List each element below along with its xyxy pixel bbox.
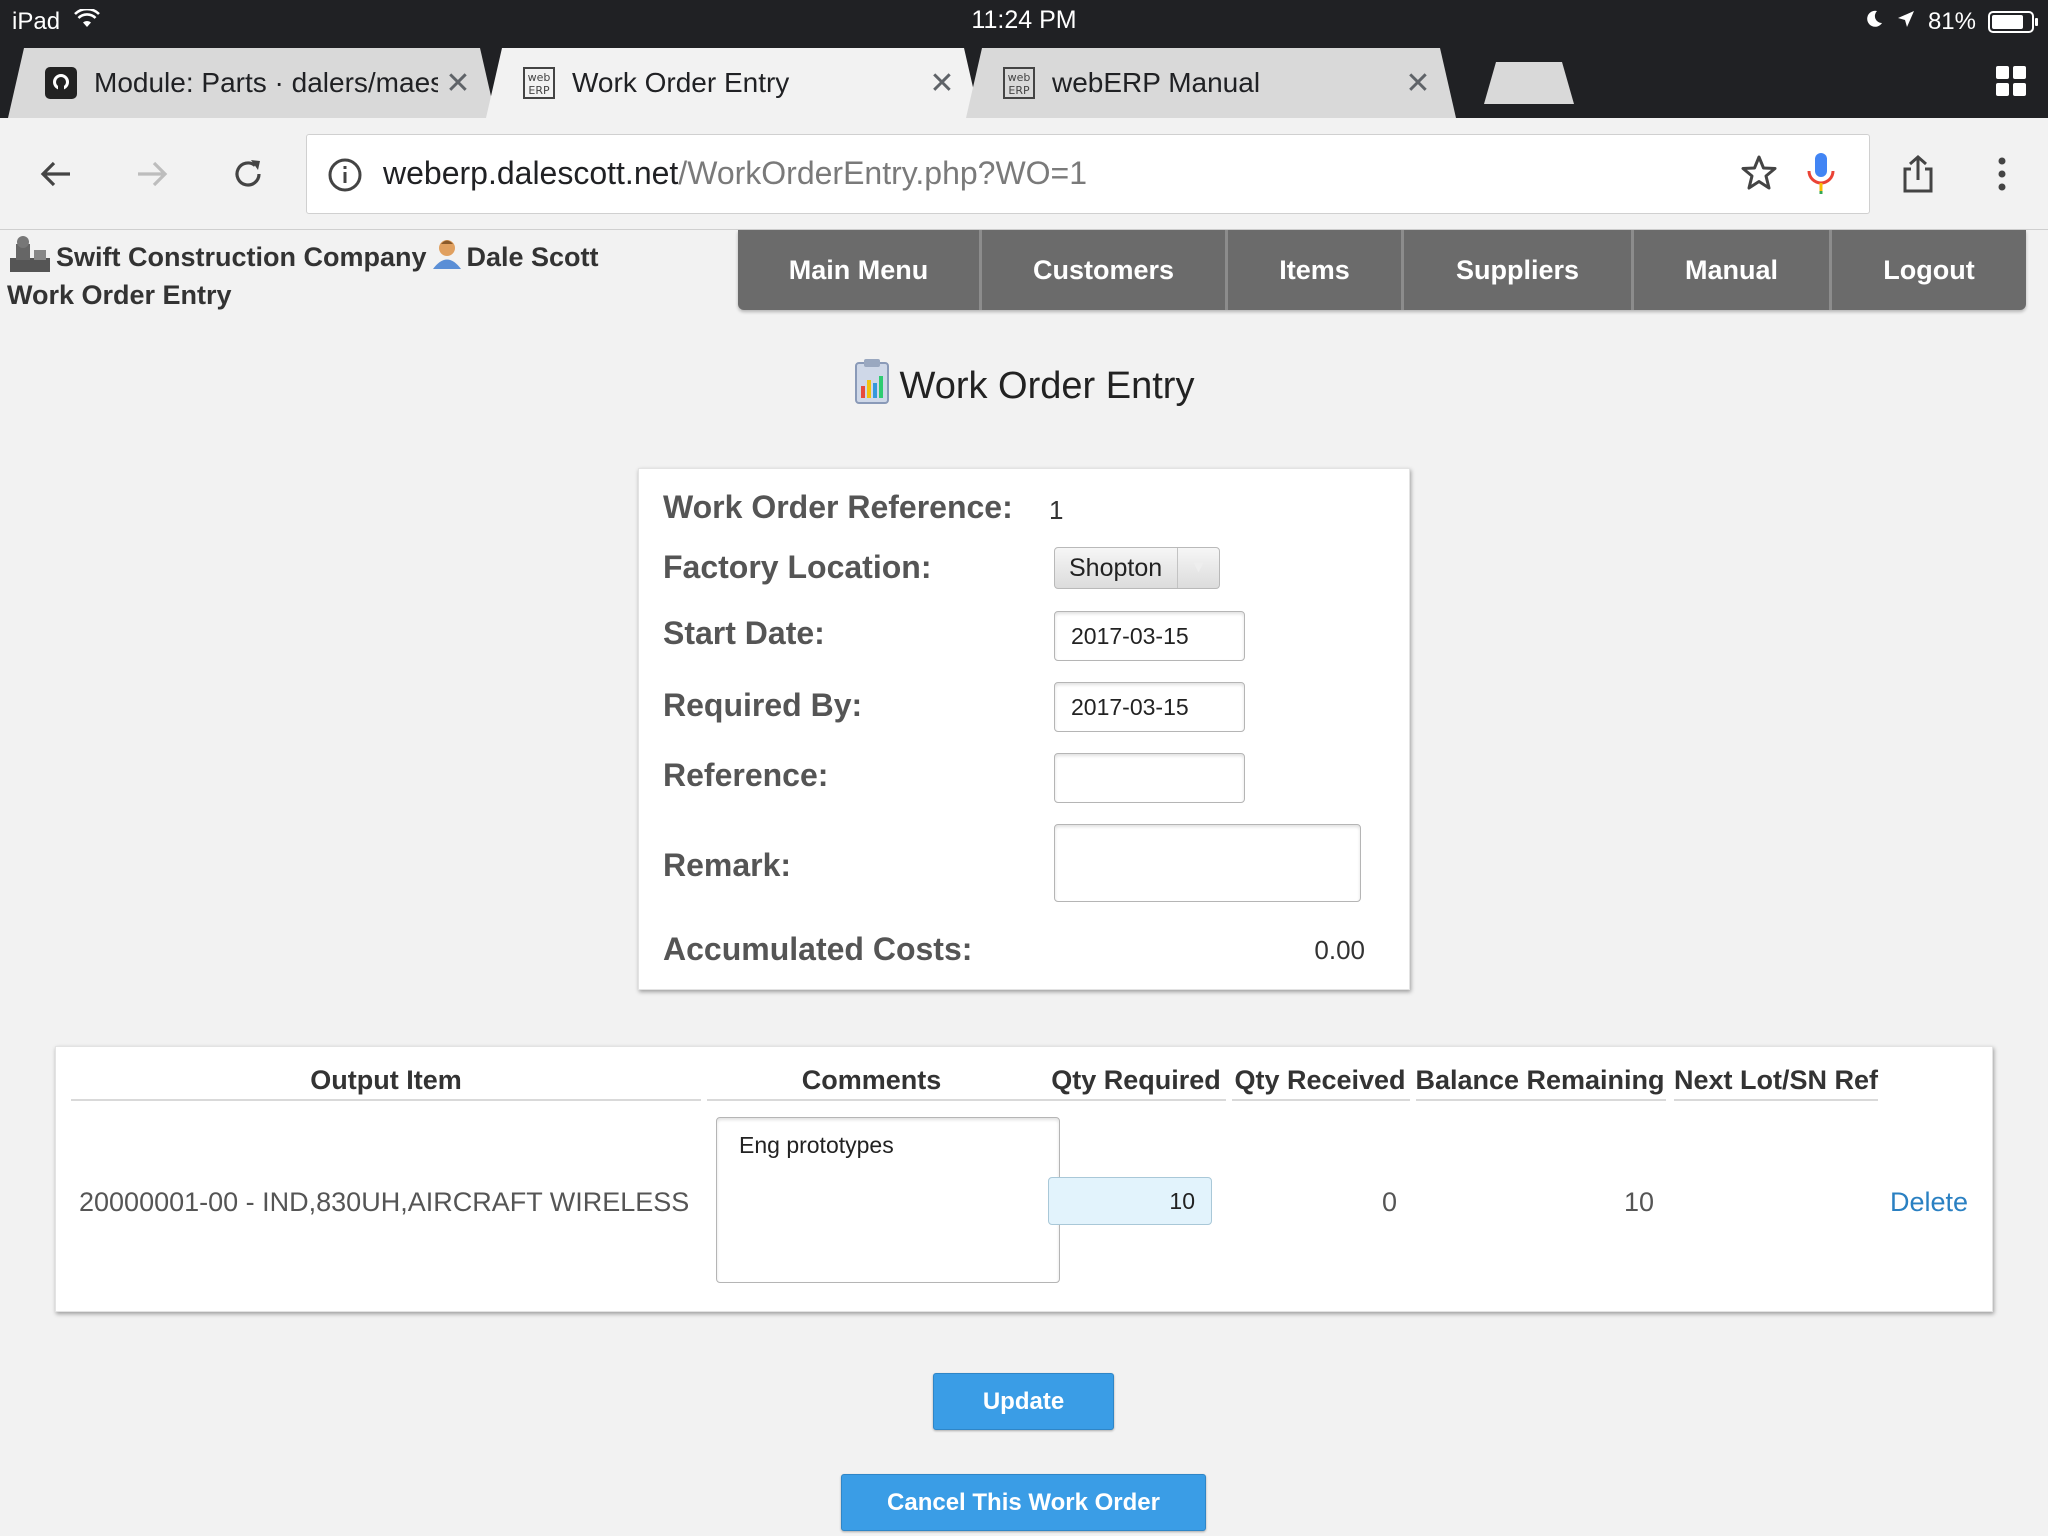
comments-textarea[interactable]: Eng prototypes: [716, 1117, 1060, 1283]
weberp-icon: web ERP: [522, 66, 556, 100]
tab-work-order-entry[interactable]: web ERP Work Order Entry ✕: [486, 48, 980, 118]
nav-suppliers[interactable]: Suppliers: [1404, 230, 1634, 310]
output-item-cell: 20000001-00 - IND,830UH,AIRCRAFT WIRELES…: [79, 1187, 690, 1217]
page-title: Work Order Entry: [0, 358, 2048, 414]
tab-title: webERP Manual: [1052, 67, 1261, 98]
header-underline: [1036, 1099, 1226, 1101]
factory-location-value: Shopton: [1069, 553, 1163, 582]
battery-fill: [1992, 15, 2023, 29]
tab-title: Work Order Entry: [572, 67, 790, 98]
share-button[interactable]: [1890, 146, 1946, 202]
page-title-text: Work Order Entry: [899, 364, 1195, 407]
company-icon: [8, 234, 52, 281]
required-by-input[interactable]: 2017-03-15: [1054, 682, 1245, 732]
accumulated-costs-label: Accumulated Costs:: [663, 931, 973, 967]
nav-customers[interactable]: Customers: [982, 230, 1228, 310]
main-nav: Main Menu Customers Items Suppliers Manu…: [738, 230, 2026, 310]
col-qty-required: Qty Required: [1051, 1065, 1221, 1095]
required-by-label: Required By:: [663, 687, 863, 723]
moon-icon: [1864, 8, 1884, 36]
nav-items[interactable]: Items: [1228, 230, 1404, 310]
weberp-icon: web ERP: [1002, 66, 1036, 100]
qty-required-input[interactable]: 10: [1048, 1177, 1212, 1225]
svg-text:web: web: [1008, 71, 1031, 84]
header-page-name: Work Order Entry: [7, 280, 232, 310]
header-underline: [1416, 1099, 1666, 1101]
close-tab-icon[interactable]: ✕: [438, 66, 478, 101]
start-date-input[interactable]: 2017-03-15: [1054, 611, 1245, 661]
tab-title: Module: Parts · dalers/maes: [94, 67, 438, 98]
nav-main-menu[interactable]: Main Menu: [738, 230, 982, 310]
work-order-form: Work Order Reference: 1 Factory Location…: [638, 468, 1410, 990]
header-underline: [707, 1099, 1036, 1101]
address-bar[interactable]: weberp.dalescott.net/WorkOrderEntry.php?…: [306, 134, 1870, 214]
col-next-lot-sn-ref: Next Lot/SN Ref: [1673, 1065, 1879, 1095]
location-label: Factory Location:: [663, 549, 932, 585]
remark-label: Remark:: [663, 847, 792, 883]
col-balance-remaining: Balance Remaining: [1415, 1065, 1665, 1095]
status-bar: iPad 11:24 PM 81%: [0, 0, 2048, 44]
col-qty-received: Qty Received: [1234, 1065, 1406, 1095]
battery-percent: 81%: [1927, 8, 1976, 35]
location-arrow-icon: [1896, 8, 1916, 36]
back-button[interactable]: [28, 146, 84, 202]
accumulated-costs-value: 0.00: [1314, 935, 1365, 965]
nav-logout[interactable]: Logout: [1832, 230, 2026, 310]
svg-text:web: web: [528, 71, 551, 84]
col-output-item: Output Item: [310, 1065, 462, 1095]
col-comments: Comments: [801, 1065, 942, 1095]
info-icon[interactable]: [327, 157, 363, 198]
svg-text:ERP: ERP: [1008, 84, 1030, 97]
reference-input[interactable]: [1054, 753, 1245, 803]
header-underline: [71, 1099, 701, 1101]
new-tab-button[interactable]: [1484, 62, 1574, 104]
tab-strip: Module: Parts · dalers/maes ✕ web ERP Wor…: [0, 44, 2048, 118]
user-name[interactable]: Dale Scott: [467, 242, 599, 273]
delete-link[interactable]: Delete: [1890, 1187, 1968, 1218]
start-date-label: Start Date:: [663, 615, 825, 651]
tab-switcher-icon[interactable]: [1996, 66, 2026, 96]
balance-remaining-cell: 10: [1624, 1187, 1655, 1217]
close-tab-icon[interactable]: ✕: [1398, 66, 1438, 101]
url-text: weberp.dalescott.net/WorkOrderEntry.php?…: [383, 155, 1087, 192]
tab-github[interactable]: Module: Parts · dalers/maes ✕: [8, 48, 496, 118]
clock: 11:24 PM: [971, 6, 1077, 34]
wo-ref-label: Work Order Reference:: [663, 489, 1013, 525]
github-icon: [44, 66, 78, 100]
user-icon: [431, 238, 463, 277]
url-domain: weberp.dalescott.net: [383, 155, 679, 191]
clipboard-icon: [854, 358, 890, 414]
more-menu-icon[interactable]: [1974, 146, 2030, 202]
header-underline: [1232, 1099, 1410, 1101]
chevron-down-icon: ▼: [1177, 548, 1219, 588]
update-button[interactable]: Update: [933, 1373, 1114, 1430]
close-tab-icon[interactable]: ✕: [922, 66, 962, 101]
cancel-work-order-button[interactable]: Cancel This Work Order: [841, 1474, 1206, 1531]
wo-ref-value: 1: [1049, 495, 1064, 525]
forward-button[interactable]: [124, 146, 180, 202]
bookmark-star-icon[interactable]: [1739, 153, 1779, 198]
reference-label: Reference:: [663, 757, 829, 793]
browser-toolbar: weberp.dalescott.net/WorkOrderEntry.php?…: [0, 118, 2048, 230]
header-company: Swift Construction Company Dale Scott: [8, 234, 599, 281]
header-underline: [1674, 1099, 1878, 1101]
remark-input[interactable]: [1054, 824, 1361, 902]
url-path: /WorkOrderEntry.php?WO=1: [678, 155, 1088, 191]
output-items-table: Output Item Comments Qty Required Qty Re…: [55, 1046, 1993, 1312]
factory-location-select[interactable]: Shopton ▼: [1054, 547, 1220, 589]
microphone-icon[interactable]: [1803, 151, 1839, 200]
reload-button[interactable]: [220, 146, 276, 202]
tab-weberp-manual[interactable]: web ERP webERP Manual ✕: [966, 48, 1456, 118]
nav-manual[interactable]: Manual: [1634, 230, 1832, 310]
svg-text:ERP: ERP: [528, 84, 550, 97]
battery-icon: [1988, 11, 2038, 33]
company-name[interactable]: Swift Construction Company: [56, 242, 427, 273]
qty-received-cell: 0: [1382, 1187, 1398, 1217]
